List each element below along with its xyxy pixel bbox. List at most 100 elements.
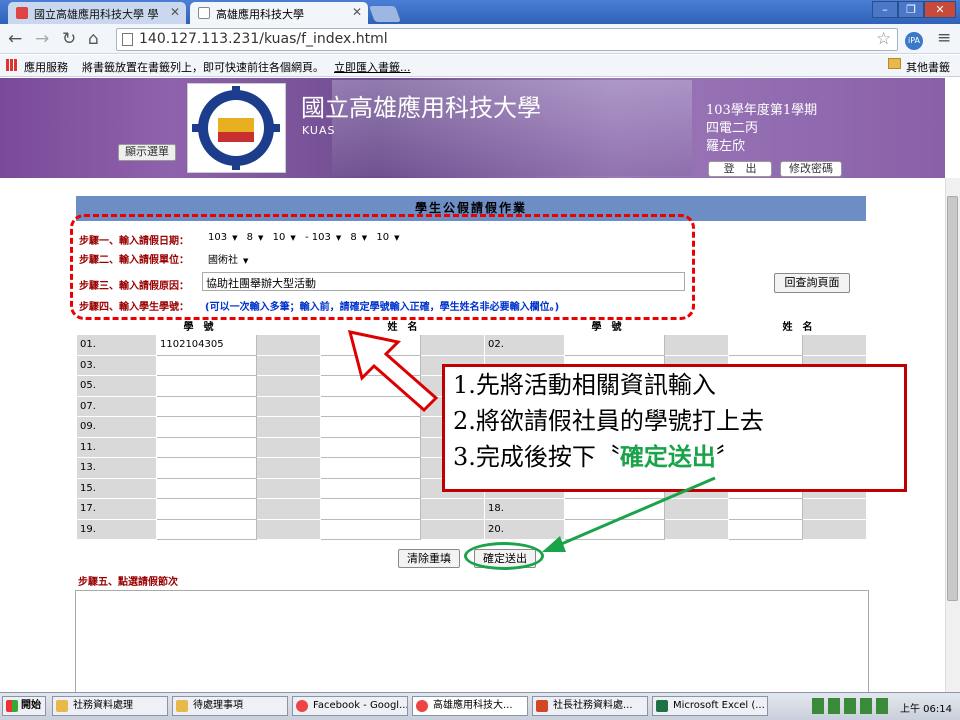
- student-id-input[interactable]: [156, 375, 257, 397]
- page-favicon: [198, 7, 210, 19]
- minimize-button[interactable]: –: [872, 1, 898, 18]
- row-number-label: 07.: [76, 395, 157, 417]
- clear-button[interactable]: 清除重填: [398, 549, 460, 568]
- row-number-label: 17.: [76, 498, 157, 520]
- ipa-extension-icon[interactable]: iPA: [905, 32, 923, 50]
- student-name-input[interactable]: [320, 457, 421, 479]
- column-header: 姓 名: [728, 316, 867, 335]
- row-spacer: [664, 334, 729, 356]
- term-text: 103學年度第1學期: [706, 103, 818, 118]
- import-bookmarks-link[interactable]: 立即匯入書籤...: [334, 59, 411, 75]
- url-text: 140.127.113.231/kuas/f_index.html: [139, 31, 388, 47]
- logout-button[interactable]: 登 出: [708, 161, 772, 177]
- row-number-label: 02.: [484, 334, 565, 356]
- student-id-input[interactable]: [156, 416, 257, 438]
- address-bar[interactable]: 140.127.113.231/kuas/f_index.html: [116, 28, 898, 51]
- start-button[interactable]: 開始: [2, 696, 46, 716]
- site-favicon: [16, 7, 28, 19]
- class-text: 四電二丙: [706, 121, 759, 136]
- maximize-button[interactable]: ❐: [898, 1, 924, 18]
- row-spacer: [256, 457, 321, 479]
- folder-icon: [888, 58, 901, 69]
- green-pointer-arrow: [542, 476, 716, 552]
- tab-active[interactable]: 高雄應用科技大學 ✕: [190, 2, 368, 24]
- taskbar-item-kuas[interactable]: 高雄應用科技大...: [412, 696, 528, 716]
- row-number-label: 11.: [76, 436, 157, 458]
- row-spacer: [256, 416, 321, 438]
- close-icon[interactable]: ✕: [352, 5, 362, 19]
- home-icon[interactable]: ⌂: [88, 30, 99, 48]
- student-id-input[interactable]: [156, 354, 257, 376]
- clock: 上午 06:14: [900, 704, 952, 715]
- row-spacer: [420, 498, 485, 520]
- student-id-input[interactable]: [156, 498, 257, 520]
- row-spacer: [256, 477, 321, 499]
- back-to-query-button[interactable]: 回查詢頁面: [774, 273, 850, 293]
- system-tray-icons[interactable]: [812, 698, 892, 714]
- school-abbr: KUAS: [302, 124, 336, 137]
- school-logo: [187, 83, 286, 173]
- student-id-input[interactable]: [156, 436, 257, 458]
- show-menu-button[interactable]: 顯示選單: [118, 144, 176, 161]
- taskbar-item-powerpoint[interactable]: 社長社務資料處...: [532, 696, 648, 716]
- bookmarks-hint: 將書籤放置在書籤列上，即可快速前往各個網頁。: [82, 61, 324, 74]
- scrollbar-thumb[interactable]: [947, 196, 958, 601]
- other-bookmarks[interactable]: 其他書籤: [906, 59, 950, 75]
- row-number-label: 13.: [76, 457, 157, 479]
- menu-icon[interactable]: ≡: [937, 28, 951, 48]
- star-icon[interactable]: ☆: [876, 29, 891, 49]
- student-name: 羅左欣: [706, 139, 746, 154]
- student-id-input[interactable]: [156, 395, 257, 417]
- student-name-input[interactable]: [320, 436, 421, 458]
- instruction-line-2: 2.將欲請假社員的學號打上去: [453, 407, 764, 435]
- row-spacer: [256, 354, 321, 376]
- student-name-input[interactable]: [728, 334, 803, 356]
- row-spacer: [802, 518, 867, 540]
- window-close-button[interactable]: ✕: [924, 1, 956, 18]
- new-tab-button[interactable]: [369, 6, 401, 22]
- taskbar-item-folder2[interactable]: 待處理事項: [172, 696, 288, 716]
- forward-arrow-icon[interactable]: →: [35, 30, 49, 48]
- tab-kuas-site[interactable]: 國立高雄應用科技大學 學 ✕: [8, 2, 186, 24]
- reload-icon[interactable]: ↻: [62, 30, 76, 48]
- period-select-area[interactable]: [75, 590, 869, 694]
- close-icon[interactable]: ✕: [170, 5, 180, 19]
- back-arrow-icon[interactable]: ←: [8, 30, 22, 48]
- row-spacer: [256, 436, 321, 458]
- taskbar-item-excel[interactable]: Microsoft Excel (...: [652, 696, 768, 716]
- student-id-input[interactable]: [156, 518, 257, 540]
- row-number-label: 15.: [76, 477, 157, 499]
- row-number-label: 19.: [76, 518, 157, 540]
- row-number-label: 05.: [76, 375, 157, 397]
- student-id-input[interactable]: [156, 477, 257, 499]
- step5-label: 步驟五、點選請假節次: [78, 577, 178, 588]
- student-id-input[interactable]: [564, 334, 665, 356]
- school-name: 國立高雄應用科技大學: [301, 94, 541, 122]
- info-highlight-box: [70, 214, 695, 320]
- row-spacer: [802, 498, 867, 520]
- apps-link[interactable]: 應用服務: [24, 59, 68, 75]
- row-spacer: [256, 498, 321, 520]
- row-number-label: 01.: [76, 334, 157, 356]
- table-row: 01. 1102104305 02.: [76, 334, 867, 356]
- student-id-input[interactable]: 1102104305: [156, 334, 257, 356]
- row-spacer: [802, 334, 867, 356]
- row-spacer: [256, 334, 321, 356]
- row-number-label: 09.: [76, 416, 157, 438]
- taskbar-item-folder1[interactable]: 社務資料處理: [52, 696, 168, 716]
- student-name-input[interactable]: [320, 518, 421, 540]
- row-number-label: 03.: [76, 354, 157, 376]
- tab-title: 國立高雄應用科技大學 學: [34, 8, 159, 21]
- student-id-input[interactable]: [156, 457, 257, 479]
- taskbar-item-facebook[interactable]: Facebook - Googl...: [292, 696, 408, 716]
- row-spacer: [256, 518, 321, 540]
- row-spacer: [256, 395, 321, 417]
- instruction-line-1: 1.先將活動相關資訊輸入: [453, 371, 716, 399]
- page-icon: [122, 33, 133, 46]
- change-password-button[interactable]: 修改密碼: [780, 161, 842, 177]
- row-spacer: [256, 375, 321, 397]
- apps-icon: [6, 59, 18, 71]
- student-name-input[interactable]: [320, 477, 421, 499]
- student-name-input[interactable]: [320, 498, 421, 520]
- tab-title: 高雄應用科技大學: [216, 8, 304, 21]
